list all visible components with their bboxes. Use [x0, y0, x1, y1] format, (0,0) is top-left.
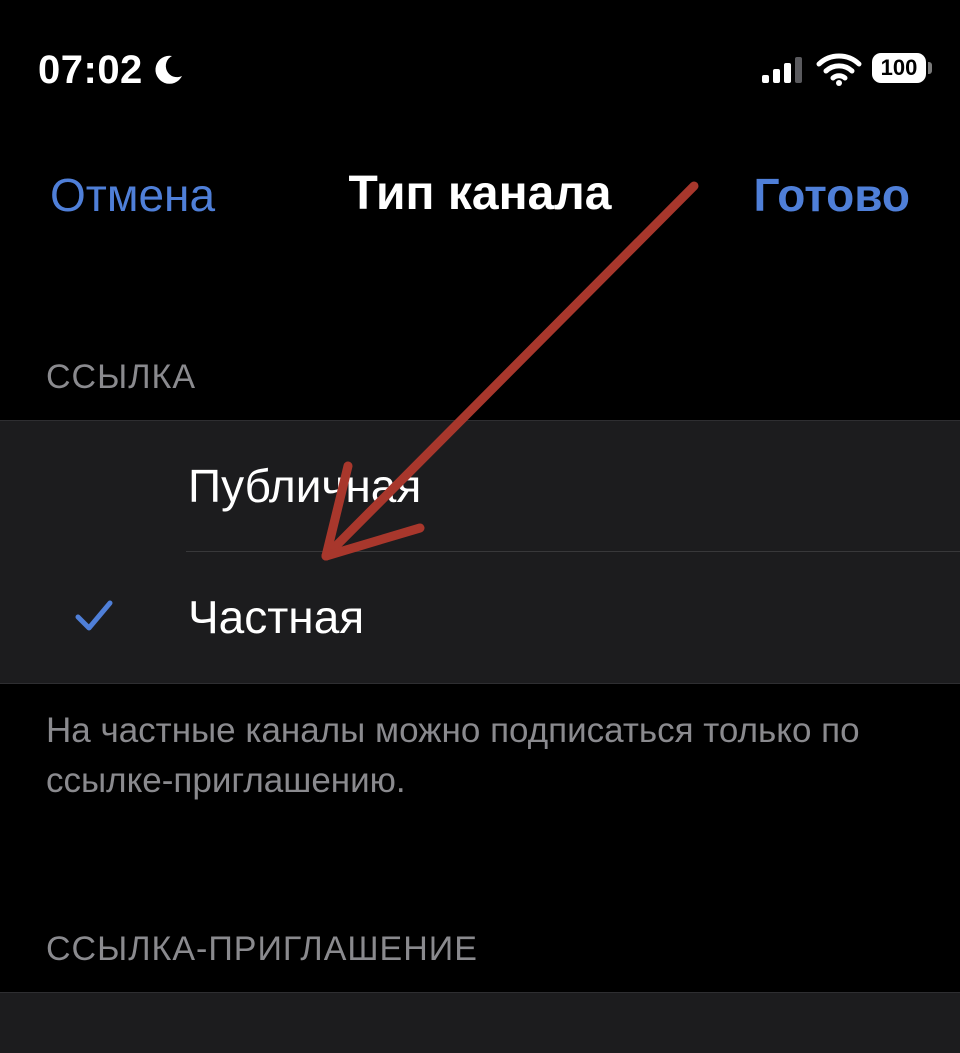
option-private-label: Частная [188, 591, 365, 643]
signal-icon [762, 57, 802, 83]
invite-section-header: ССЫЛКА-ПРИГЛАШЕНИЕ [46, 930, 478, 968]
option-private[interactable]: Частная [0, 552, 960, 683]
battery-cap [928, 62, 932, 74]
invite-link-group [0, 992, 960, 1053]
cancel-button[interactable]: Отмена [50, 168, 215, 222]
checkmark-icon [75, 600, 113, 631]
status-bar: 07:02 100 [0, 0, 960, 140]
done-button[interactable]: Готово [753, 168, 910, 222]
link-section-footer: На частные каналы можно подписаться толь… [46, 711, 860, 800]
status-time: 07:02 [38, 48, 143, 92]
link-type-group: Публичная Частная [0, 420, 960, 684]
battery-icon: 100 [872, 53, 926, 83]
option-public-label: Публичная [188, 460, 422, 512]
link-section-header: ССЫЛКА [46, 358, 197, 396]
wifi-icon [816, 53, 862, 86]
option-public[interactable]: Публичная [0, 421, 960, 552]
moon-icon [155, 55, 182, 84]
